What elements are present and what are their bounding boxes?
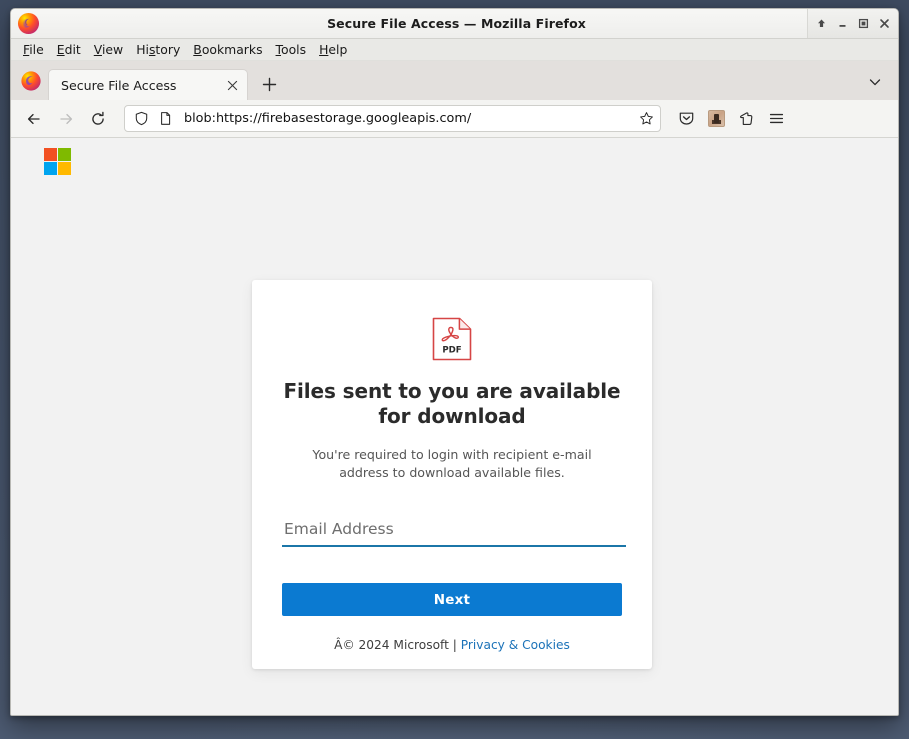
browser-extension-icon[interactable] <box>702 105 730 133</box>
svg-text:PDF: PDF <box>442 346 461 356</box>
menu-bookmarks[interactable]: Bookmarks <box>193 42 262 57</box>
forward-button[interactable] <box>51 104 81 134</box>
browser-window: Secure File Access — Mozilla Firefox Fil… <box>10 8 899 716</box>
extensions-icon[interactable] <box>732 105 760 133</box>
bookmark-star-icon[interactable] <box>639 111 654 126</box>
close-tab-icon[interactable] <box>223 76 241 94</box>
back-button[interactable] <box>19 104 49 134</box>
microsoft-logo-square-yellow <box>58 162 71 175</box>
menu-history[interactable]: History <box>136 42 180 57</box>
microsoft-logo-square-red <box>44 148 57 161</box>
login-card: PDF Files sent to you are available for … <box>252 280 652 669</box>
microsoft-logo-square-blue <box>44 162 57 175</box>
microsoft-logo-square-green <box>58 148 71 161</box>
privacy-and-cookies-link[interactable]: Privacy & Cookies <box>461 638 570 652</box>
web-page-content: PDF Files sent to you are available for … <box>11 138 898 715</box>
application-menu-icon[interactable] <box>762 105 790 133</box>
window-titlebar: Secure File Access — Mozilla Firefox <box>11 9 898 39</box>
firefox-app-icon <box>20 70 42 92</box>
menu-view[interactable]: View <box>94 42 123 57</box>
new-tab-button[interactable] <box>256 71 282 97</box>
menu-help[interactable]: Help <box>319 42 347 57</box>
menu-file[interactable]: File <box>23 42 44 57</box>
minimize-button[interactable] <box>832 13 853 35</box>
copyright-text: Â© 2024 Microsoft | <box>334 638 461 652</box>
window-title: Secure File Access — Mozilla Firefox <box>327 16 586 31</box>
email-input[interactable] <box>282 512 626 547</box>
reload-button[interactable] <box>83 104 113 134</box>
window-controls <box>807 9 898 38</box>
menu-edit[interactable]: Edit <box>57 42 81 57</box>
shade-window-button[interactable] <box>811 13 832 35</box>
save-to-pocket-icon[interactable] <box>672 105 700 133</box>
url-text[interactable]: blob:https://firebasestorage.googleapis.… <box>184 111 633 126</box>
tab-title: Secure File Access <box>61 77 177 93</box>
maximize-button[interactable] <box>853 13 874 35</box>
chevron-down-icon[interactable] <box>864 71 886 93</box>
next-button[interactable]: Next <box>282 583 622 616</box>
card-footer: Â© 2024 Microsoft | Privacy & Cookies <box>282 638 622 652</box>
tab-strip: Secure File Access <box>11 61 898 100</box>
close-button[interactable] <box>874 13 895 35</box>
pdf-file-icon: PDF <box>431 316 473 362</box>
menu-bar: File Edit View History Bookmarks Tools H… <box>11 39 898 61</box>
address-bar[interactable]: blob:https://firebasestorage.googleapis.… <box>124 105 661 132</box>
shield-icon[interactable] <box>134 111 149 126</box>
menu-tools[interactable]: Tools <box>276 42 307 57</box>
tab-secure-file-access[interactable]: Secure File Access <box>48 69 248 100</box>
pdf-icon-container: PDF <box>282 280 622 362</box>
navigation-toolbar: blob:https://firebasestorage.googleapis.… <box>11 100 898 138</box>
firefox-logo-icon <box>17 12 40 35</box>
microsoft-logo <box>44 148 71 175</box>
page-subtitle: You're required to login with recipient … <box>312 447 592 480</box>
page-title: Files sent to you are available for down… <box>283 379 621 428</box>
page-info-icon[interactable] <box>158 111 173 126</box>
